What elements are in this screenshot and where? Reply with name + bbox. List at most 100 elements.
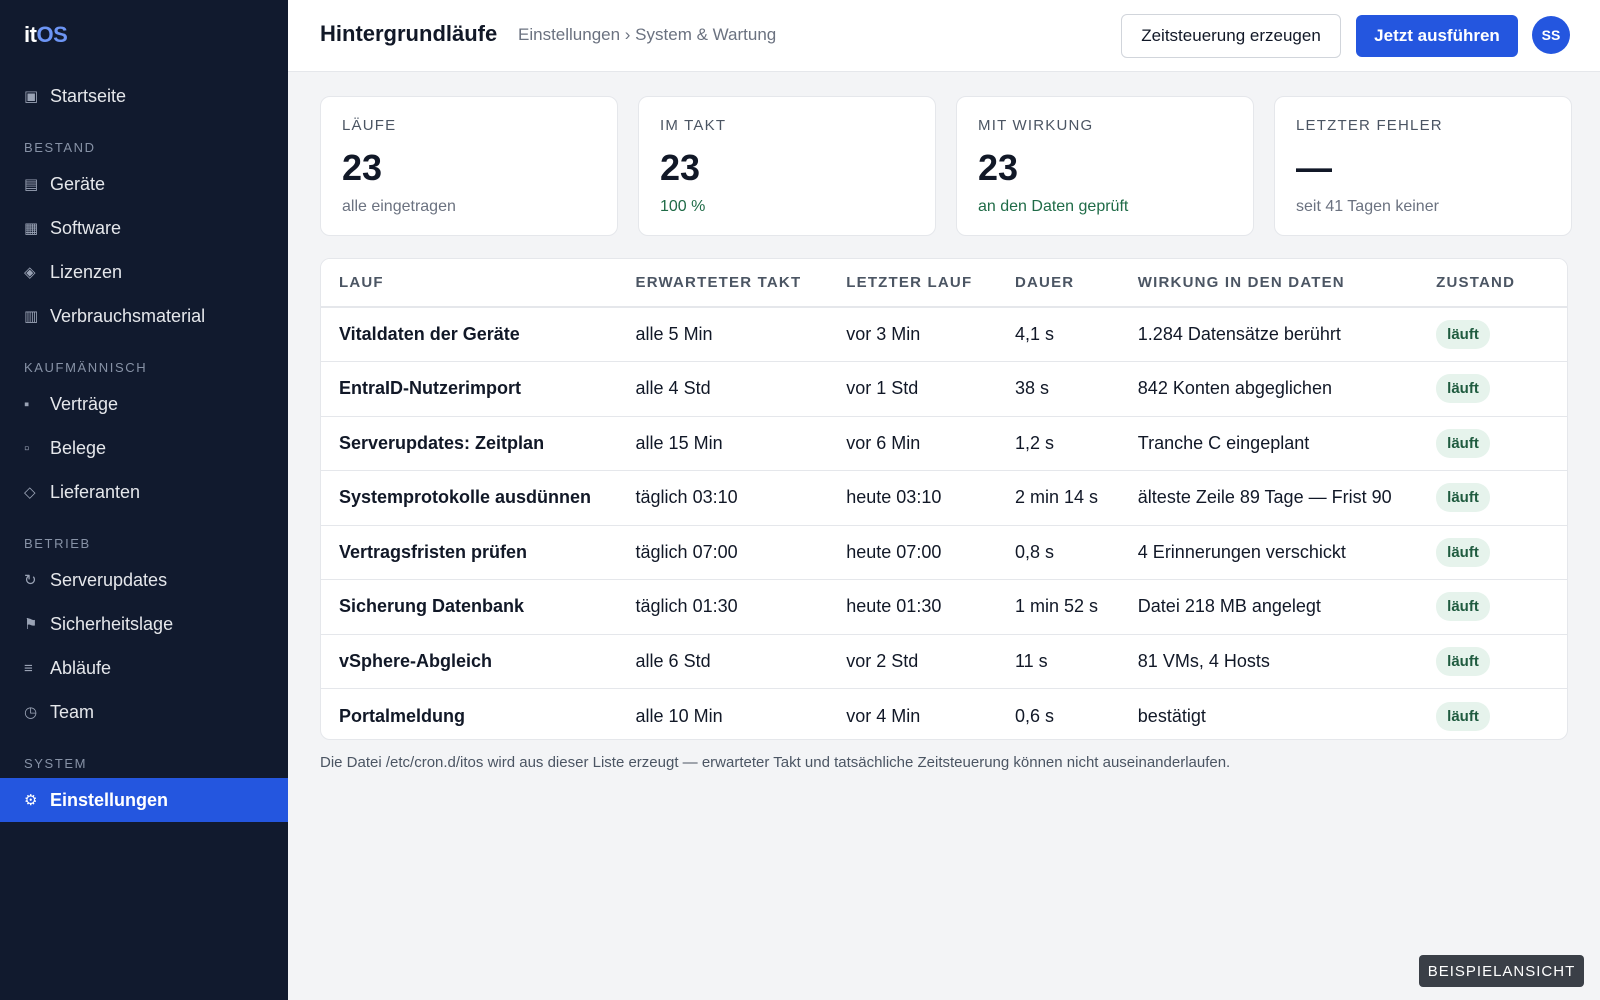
table-cell: vor 1 Std — [828, 361, 997, 417]
table-cell: älteste Zeile 89 Tage — Frist 90 — [1119, 470, 1419, 526]
table-cell: läuft — [1418, 525, 1567, 580]
table-cell: Systemprotokolle ausdünnen — [321, 470, 618, 526]
table-cell: Sicherung Datenbank — [321, 579, 618, 635]
table-cell: läuft — [1418, 634, 1567, 689]
sidebar-item-team[interactable]: ◷ Team — [0, 690, 288, 734]
sidebar-item-lieferanten[interactable]: ◇ Lieferanten — [0, 470, 288, 514]
column-header[interactable]: LAUF — [321, 259, 618, 308]
status-badge: läuft — [1436, 374, 1490, 404]
table-cell: läuft — [1418, 689, 1567, 740]
sidebar-item-label: Abläufe — [50, 657, 112, 678]
card-subtext: an den Daten geprüft — [978, 198, 1129, 215]
table-cell: 0,6 s — [1014, 705, 1054, 726]
table-cell: 842 Konten abgeglichen — [1119, 361, 1419, 417]
card-subtext: 100 % — [660, 198, 706, 215]
table-cell: Vitaldaten der Geräte — [321, 307, 618, 362]
top-bar: Hintergrundläufe Einstellungen › System … — [288, 0, 1600, 72]
sidebar-item-software[interactable]: ▦ Software — [0, 206, 288, 250]
run-now-button[interactable]: Jetzt ausführen — [1356, 15, 1518, 57]
table-cell: 1 min 52 s — [996, 579, 1120, 635]
sidebar-item-sicherheitslage[interactable]: ⚑ Sicherheitslage — [0, 602, 288, 646]
table-row[interactable]: EntraID-Nutzerimport alle 4 Std vor 1 Std 3… — [321, 361, 1567, 417]
table-cell: EntraID-Nutzerimport — [321, 361, 618, 417]
sidebar-item-belege[interactable]: ▫ Belege — [0, 426, 288, 470]
logo-text-os: OS — [36, 22, 68, 47]
table-cell: vor 2 Std — [828, 634, 997, 689]
sidebar-item-geräte[interactable]: ▤ Geräte — [0, 162, 288, 206]
sidebar-item-label: Serverupdates — [50, 569, 168, 590]
sidebar-section-label: BETRIEB — [24, 536, 91, 551]
sidebar-item-label: Verbrauchsmaterial — [50, 305, 206, 326]
column-header[interactable]: DAUER — [996, 259, 1120, 308]
main-content: Hintergrundläufe Einstellungen › System … — [288, 0, 1600, 1000]
column-header[interactable]: WIRKUNG IN DEN DATEN — [1119, 259, 1419, 308]
sidebar-item-label: Belege — [50, 437, 107, 458]
sidebar-item-verbrauchsmaterial[interactable]: ▥ Verbrauchsmaterial — [0, 294, 288, 338]
table-cell: Portalmeldung — [339, 705, 466, 726]
table-cell: alle 10 Min — [635, 705, 723, 726]
card-label: LÄUFE — [342, 117, 397, 134]
sidebar-item-serverupdates[interactable]: ↻ Serverupdates — [0, 558, 288, 602]
sidebar-item-label: Verträge — [50, 393, 119, 414]
sidebar-item-label: Geräte — [50, 173, 106, 194]
sidebar-item-label: Startseite — [50, 85, 127, 106]
table-row[interactable]: Portalmeldung alle 10 Min vor 4 Min 0,6 s be… — [321, 689, 1567, 740]
table-cell: vor 6 Min — [828, 416, 997, 471]
refresh-icon: ↻ — [24, 572, 37, 589]
app-logo[interactable]: itOS — [24, 22, 68, 48]
table-cell: läuft — [1418, 361, 1567, 417]
jobs-table: LAUF ERWARTETER TAKT LETZTER LAUF DAUER WIRK… — [321, 259, 1567, 740]
table-cell: 2 min 14 s — [996, 470, 1120, 526]
status-badge: läuft — [1436, 428, 1490, 458]
sidebar-item-label: Lizenzen — [50, 261, 123, 282]
table-row[interactable]: Vertragsfristen prüfen täglich 07:00 heute… — [321, 525, 1567, 580]
column-header[interactable]: ERWARTETER TAKT — [617, 259, 829, 308]
table-cell: alle 6 Std — [617, 634, 829, 689]
summary-cards: LÄUFE 23 alle eingetragen IM TAKT 23 100 % MIT… — [320, 96, 1572, 236]
table-cell: 1.284 Datensätze berührt — [1119, 307, 1419, 362]
table-row[interactable]: Serverupdates: Zeitplan alle 15 Min vor 6 … — [321, 416, 1567, 471]
sidebar-item-label: Sicherheitslage — [50, 613, 174, 634]
column-header[interactable]: ZUSTAND — [1418, 259, 1567, 308]
table-cell: bestätigt — [1137, 705, 1206, 726]
table-cell: 38 s — [996, 361, 1120, 417]
status-badge: läuft — [1436, 701, 1490, 731]
card-value: 23 — [660, 147, 701, 188]
column-header[interactable]: LETZTER LAUF — [828, 259, 997, 308]
logo-text-it: it — [24, 22, 37, 47]
footnote: Die Datei /etc/cron.d/itos wird aus dies… — [320, 754, 1231, 771]
sidebar-item-lizenzen[interactable]: ◈ Lizenzen — [0, 250, 288, 294]
status-badge: läuft — [1436, 646, 1490, 676]
card-subtext: seit 41 Tagen keiner — [1296, 198, 1439, 215]
table-cell: heute 07:00 — [828, 525, 997, 580]
table-cell: alle 4 Std — [617, 361, 829, 417]
sidebar-item-startseite[interactable]: ▣ Startseite — [0, 74, 288, 118]
sidebar-item-verträge[interactable]: ▪ Verträge — [0, 382, 288, 426]
status-badge: läuft — [1436, 320, 1490, 349]
user-avatar[interactable]: SS — [1532, 16, 1570, 54]
card-label: MIT WIRKUNG — [978, 117, 1094, 134]
card-label: IM TAKT — [660, 117, 727, 134]
sidebar-item-einstellungen[interactable]: ⚙ Einstellungen — [0, 778, 288, 822]
table-cell: läuft — [1418, 470, 1567, 526]
summary-card: IM TAKT 23 100 % — [638, 96, 936, 236]
clock-icon: ◷ — [24, 704, 38, 721]
table-body: Vitaldaten der Geräte alle 5 Min vor 3 Min… — [321, 307, 1567, 740]
sidebar-item-abläufe[interactable]: ≡ Abläufe — [0, 646, 288, 690]
table-row[interactable]: Systemprotokolle ausdünnen täglich 03:10 h… — [321, 470, 1567, 526]
gear-icon: ⚙ — [24, 792, 38, 809]
table-cell: läuft — [1418, 307, 1567, 362]
table-row[interactable]: Vitaldaten der Geräte alle 5 Min vor 3 Min… — [321, 307, 1567, 362]
table-row[interactable]: vSphere-Abgleich alle 6 Std vor 2 Std 11 s8… — [321, 634, 1567, 689]
status-badge: läuft — [1436, 592, 1490, 622]
page-title: Hintergrundläufe — [320, 21, 498, 46]
table-cell: Serverupdates: Zeitplan — [321, 416, 618, 471]
table-cell: vSphere-Abgleich — [321, 634, 618, 689]
table-cell: alle 5 Min — [617, 307, 829, 362]
generate-schedule-button[interactable]: Zeitsteuerung erzeugen — [1121, 14, 1341, 58]
table-cell: 4 Erinnerungen verschickt — [1119, 525, 1419, 580]
table-row[interactable]: Sicherung Datenbank täglich 01:30 heute 01… — [321, 579, 1567, 635]
table-cell: täglich 01:30 — [617, 579, 829, 635]
table-cell: täglich 03:10 — [617, 470, 829, 526]
table-cell: vor 4 Min — [846, 705, 921, 726]
